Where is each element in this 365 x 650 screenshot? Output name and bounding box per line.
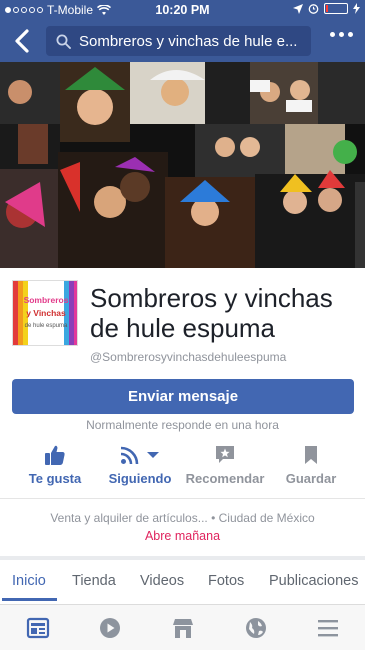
bookmark-icon xyxy=(305,446,317,464)
search-field[interactable]: Sombreros y vinchas de hule e... xyxy=(46,26,311,56)
like-button-label: Te gusta xyxy=(28,471,82,486)
svg-text:y Vinchas: y Vinchas xyxy=(26,308,66,318)
top-bar: T-Mobile 10:20 PM Sombreros y vinchas de… xyxy=(0,0,365,62)
battery-icon xyxy=(324,3,348,14)
search-icon xyxy=(56,34,71,49)
globe-icon[interactable] xyxy=(244,617,268,639)
response-time-note: Normalmente responde en una hora xyxy=(86,418,279,432)
save-button[interactable]: Guardar xyxy=(271,443,351,486)
page-title: Sombreros y vinchas de hule espuma xyxy=(90,283,333,343)
recommend-button[interactable]: Recomendar xyxy=(185,443,265,486)
opening-hours-status: Abre mañana xyxy=(144,529,221,543)
rss-feed-icon xyxy=(120,446,139,465)
cover-photo-collage xyxy=(0,62,365,268)
tab-home[interactable]: Inicio xyxy=(12,573,46,589)
tab-photos[interactable]: Fotos xyxy=(208,573,244,589)
svg-text:de hule espuma: de hule espuma xyxy=(25,323,68,329)
thumbs-up-icon xyxy=(45,445,65,465)
page-info-summary[interactable]: Venta y alquiler de artículos... • Ciuda… xyxy=(0,511,365,525)
status-bar: T-Mobile 10:20 PM xyxy=(0,0,365,20)
active-tab-indicator xyxy=(2,598,57,601)
video-play-icon[interactable] xyxy=(98,617,122,639)
svg-text:Sombreros: Sombreros xyxy=(24,295,69,305)
navigation-bar: Sombreros y vinchas de hule e... xyxy=(0,22,365,60)
send-message-button[interactable]: Enviar mensaje xyxy=(12,379,354,414)
more-options-icon[interactable] xyxy=(330,32,353,37)
menu-icon[interactable] xyxy=(316,617,340,639)
tab-videos[interactable]: Videos xyxy=(140,573,184,589)
page-username: @Sombrerosyvinchasdehuleespuma xyxy=(90,350,287,364)
bottom-navigation xyxy=(0,604,365,650)
page-profile-picture[interactable]: Sombreros y Vinchas de hule espuma xyxy=(12,280,78,346)
page-logo: Sombreros y Vinchas de hule espuma xyxy=(13,281,77,345)
tab-posts[interactable]: Publicaciones xyxy=(269,573,358,589)
recommend-star-bubble-icon xyxy=(216,446,234,463)
recommend-button-label: Recomendar xyxy=(185,471,265,486)
tab-shop[interactable]: Tienda xyxy=(72,573,116,589)
search-field-text: Sombreros y vinchas de hule e... xyxy=(79,32,298,50)
news-feed-icon[interactable] xyxy=(26,617,50,639)
following-button[interactable]: Siguiendo xyxy=(100,443,180,486)
page-actions: Te gusta Siguiendo Recomendar Guardar xyxy=(0,443,365,493)
location-arrow-icon xyxy=(293,3,303,14)
following-button-label: Siguiendo xyxy=(108,471,172,486)
page-tabs: Inicio Tienda Videos Fotos Publicaciones xyxy=(0,560,365,602)
alarm-icon xyxy=(308,4,319,14)
marketplace-icon[interactable] xyxy=(171,617,195,639)
save-button-label: Guardar xyxy=(285,471,337,486)
cover-photo[interactable] xyxy=(0,62,365,268)
back-chevron-icon[interactable] xyxy=(10,28,36,54)
caret-down-icon xyxy=(147,452,159,458)
charging-bolt-icon xyxy=(353,3,360,14)
like-button[interactable]: Te gusta xyxy=(15,443,95,486)
section-divider xyxy=(0,498,365,499)
